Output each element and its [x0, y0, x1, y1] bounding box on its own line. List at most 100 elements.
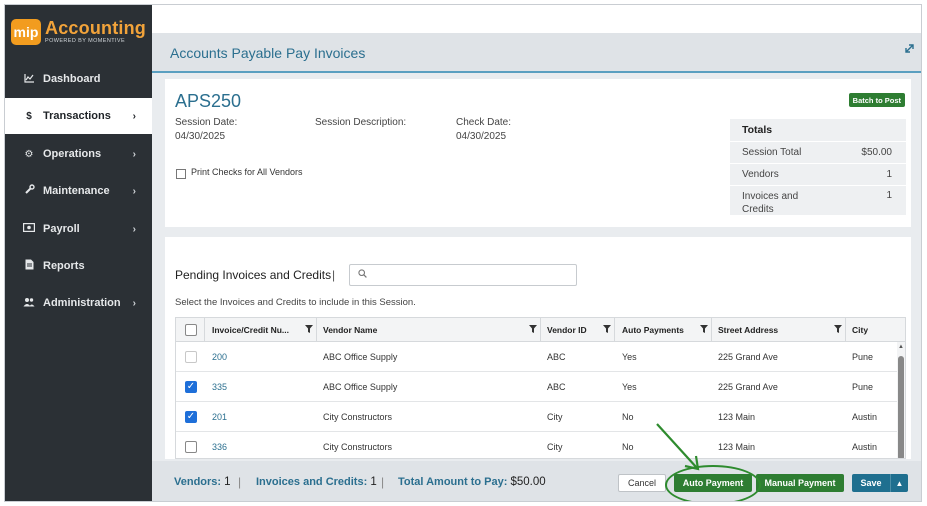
- expand-icon[interactable]: [904, 43, 915, 57]
- filter-icon[interactable]: [834, 325, 842, 335]
- wrench-icon: [21, 184, 37, 198]
- table-row[interactable]: 200 ABC Office Supply ABC Yes 225 Grand …: [176, 342, 905, 372]
- city-cell: Pune: [852, 351, 874, 362]
- search-icon: [358, 269, 367, 281]
- sidebar-item-administration[interactable]: Administration ›: [5, 285, 152, 321]
- manual-payment-button[interactable]: Manual Payment: [756, 474, 844, 492]
- session-date-label: Session Date:: [175, 117, 238, 128]
- sidebar-item-operations[interactable]: ⚙ Operations ›: [5, 136, 152, 172]
- invoice-number-link[interactable]: 200: [212, 342, 227, 371]
- chevron-right-icon: ›: [132, 148, 136, 160]
- column-header-vendor-id[interactable]: Vendor ID: [547, 318, 587, 341]
- footer-total-label: Total Amount to Pay:: [398, 476, 508, 488]
- sidebar-item-payroll[interactable]: Payroll ›: [5, 211, 152, 247]
- grid-header: Invoice/Credit Nu... Vendor Name Vendor …: [176, 318, 905, 342]
- totals-label: Vendors: [742, 169, 779, 180]
- footer-invoices: Invoices and Credits: 1: [256, 476, 377, 488]
- column-header-auto-payments[interactable]: Auto Payments: [622, 318, 684, 341]
- table-row[interactable]: 336 City Constructors City No 123 Main A…: [176, 432, 905, 458]
- search-input[interactable]: [372, 267, 572, 283]
- column-header-vendor-name[interactable]: Vendor Name: [323, 318, 377, 341]
- invoice-number-link[interactable]: 336: [212, 432, 227, 458]
- sidebar-item-label: Dashboard: [43, 73, 101, 85]
- filter-icon[interactable]: [603, 325, 611, 335]
- auto-payments-cell: No: [622, 411, 634, 422]
- column-header-city[interactable]: City: [852, 318, 868, 341]
- city-cell: Austin: [852, 441, 878, 452]
- chart-line-icon: [21, 73, 37, 86]
- totals-heading: Totals: [730, 119, 906, 141]
- totals-row: Session Total $50.00: [730, 141, 906, 163]
- footer-bar: Vendors: 1 | Invoices and Credits: 1 | T…: [152, 461, 921, 501]
- save-dropdown-button[interactable]: ▲: [890, 474, 908, 492]
- sidebar: mip Accounting POWERED BY MOMENTIVE Dash…: [5, 5, 152, 501]
- sidebar-item-label: Reports: [43, 260, 85, 272]
- session-description-label: Session Description:: [315, 117, 407, 128]
- chevron-right-icon: ›: [132, 110, 136, 122]
- sidebar-item-label: Payroll: [43, 223, 80, 235]
- footer-separator: |: [381, 475, 385, 489]
- row-checkbox[interactable]: ✓: [185, 380, 197, 393]
- filter-icon[interactable]: [529, 325, 537, 335]
- scrollbar-thumb[interactable]: [898, 356, 904, 458]
- row-checkbox-cell: [185, 342, 197, 371]
- save-button[interactable]: Save: [852, 474, 890, 492]
- title-separator: |: [332, 268, 336, 282]
- check-date-value: 04/30/2025: [456, 131, 507, 142]
- users-icon: [21, 297, 37, 310]
- auto-payments-cell: Yes: [622, 381, 637, 392]
- brand-name: Accounting: [45, 18, 146, 39]
- sidebar-item-reports[interactable]: Reports: [5, 248, 152, 284]
- session-date-value: 04/30/2025: [175, 131, 226, 142]
- select-all-checkbox[interactable]: [185, 323, 197, 336]
- vendor-id-cell: ABC: [547, 351, 566, 362]
- footer-total: Total Amount to Pay: $50.00: [398, 476, 546, 488]
- totals-value: 1: [886, 190, 892, 201]
- pending-invoices-card: Pending Invoices and Credits | Select th…: [165, 237, 911, 459]
- footer-separator: |: [238, 475, 242, 489]
- street-address-cell: 225 Grand Ave: [718, 351, 778, 362]
- app-logo[interactable]: mip Accounting POWERED BY MOMENTIVE: [11, 17, 146, 47]
- brand-tagline: POWERED BY MOMENTIVE: [45, 38, 126, 45]
- totals-label: Session Total: [742, 147, 802, 158]
- auto-payments-cell: Yes: [622, 351, 637, 362]
- logo-text: Accounting POWERED BY MOMENTIVE: [45, 19, 146, 45]
- vendor-name-cell: City Constructors: [323, 411, 393, 422]
- vendor-id-cell: ABC: [547, 381, 566, 392]
- row-checkbox[interactable]: [185, 440, 197, 453]
- sidebar-item-maintenance[interactable]: Maintenance ›: [5, 173, 152, 209]
- footer-vendors-value: 1: [224, 476, 231, 488]
- app-window: mip Accounting POWERED BY MOMENTIVE Dash…: [4, 4, 922, 502]
- scroll-up-icon[interactable]: ▲: [898, 344, 904, 350]
- filter-icon[interactable]: [305, 325, 313, 335]
- street-address-cell: 123 Main: [718, 441, 756, 452]
- filter-icon[interactable]: [700, 325, 708, 335]
- table-row[interactable]: ✓ 335 ABC Office Supply ABC Yes 225 Gran…: [176, 372, 905, 402]
- invoices-grid: Invoice/Credit Nu... Vendor Name Vendor …: [175, 317, 906, 459]
- chevron-right-icon: ›: [132, 223, 136, 235]
- vendor-name-cell: City Constructors: [323, 441, 393, 452]
- totals-row: Invoices and Credits 1: [730, 185, 906, 215]
- invoice-number-link[interactable]: 335: [212, 372, 227, 401]
- vendor-id-cell: City: [547, 441, 563, 452]
- column-header-street-address[interactable]: Street Address: [718, 318, 778, 341]
- chevron-right-icon: ›: [132, 297, 136, 309]
- row-checkbox[interactable]: ✓: [185, 410, 197, 423]
- row-checkbox-cell: ✓: [185, 372, 197, 401]
- money-icon: [21, 223, 37, 235]
- search-box[interactable]: [349, 264, 577, 286]
- invoice-number-link[interactable]: 201: [212, 402, 227, 431]
- footer-invoices-label: Invoices and Credits:: [256, 476, 368, 488]
- print-checks-label: Print Checks for All Vendors: [191, 167, 303, 177]
- sidebar-item-transactions[interactable]: $ Transactions ›: [5, 98, 152, 134]
- table-row[interactable]: ✓ 201 City Constructors City No 123 Main…: [176, 402, 905, 432]
- annotation-highlight-ellipse: [665, 465, 761, 501]
- row-checkbox-cell: ✓: [185, 402, 197, 431]
- batch-to-post-button[interactable]: Batch to Post: [848, 93, 905, 107]
- print-checks-checkbox[interactable]: [176, 169, 186, 179]
- dollar-icon: $: [26, 110, 32, 122]
- logo-mark: mip: [11, 19, 41, 45]
- sidebar-item-dashboard[interactable]: Dashboard: [5, 61, 152, 97]
- session-card: APS250 Session Date: 04/30/2025 Session …: [165, 79, 911, 227]
- column-header-invoice[interactable]: Invoice/Credit Nu...: [212, 318, 289, 341]
